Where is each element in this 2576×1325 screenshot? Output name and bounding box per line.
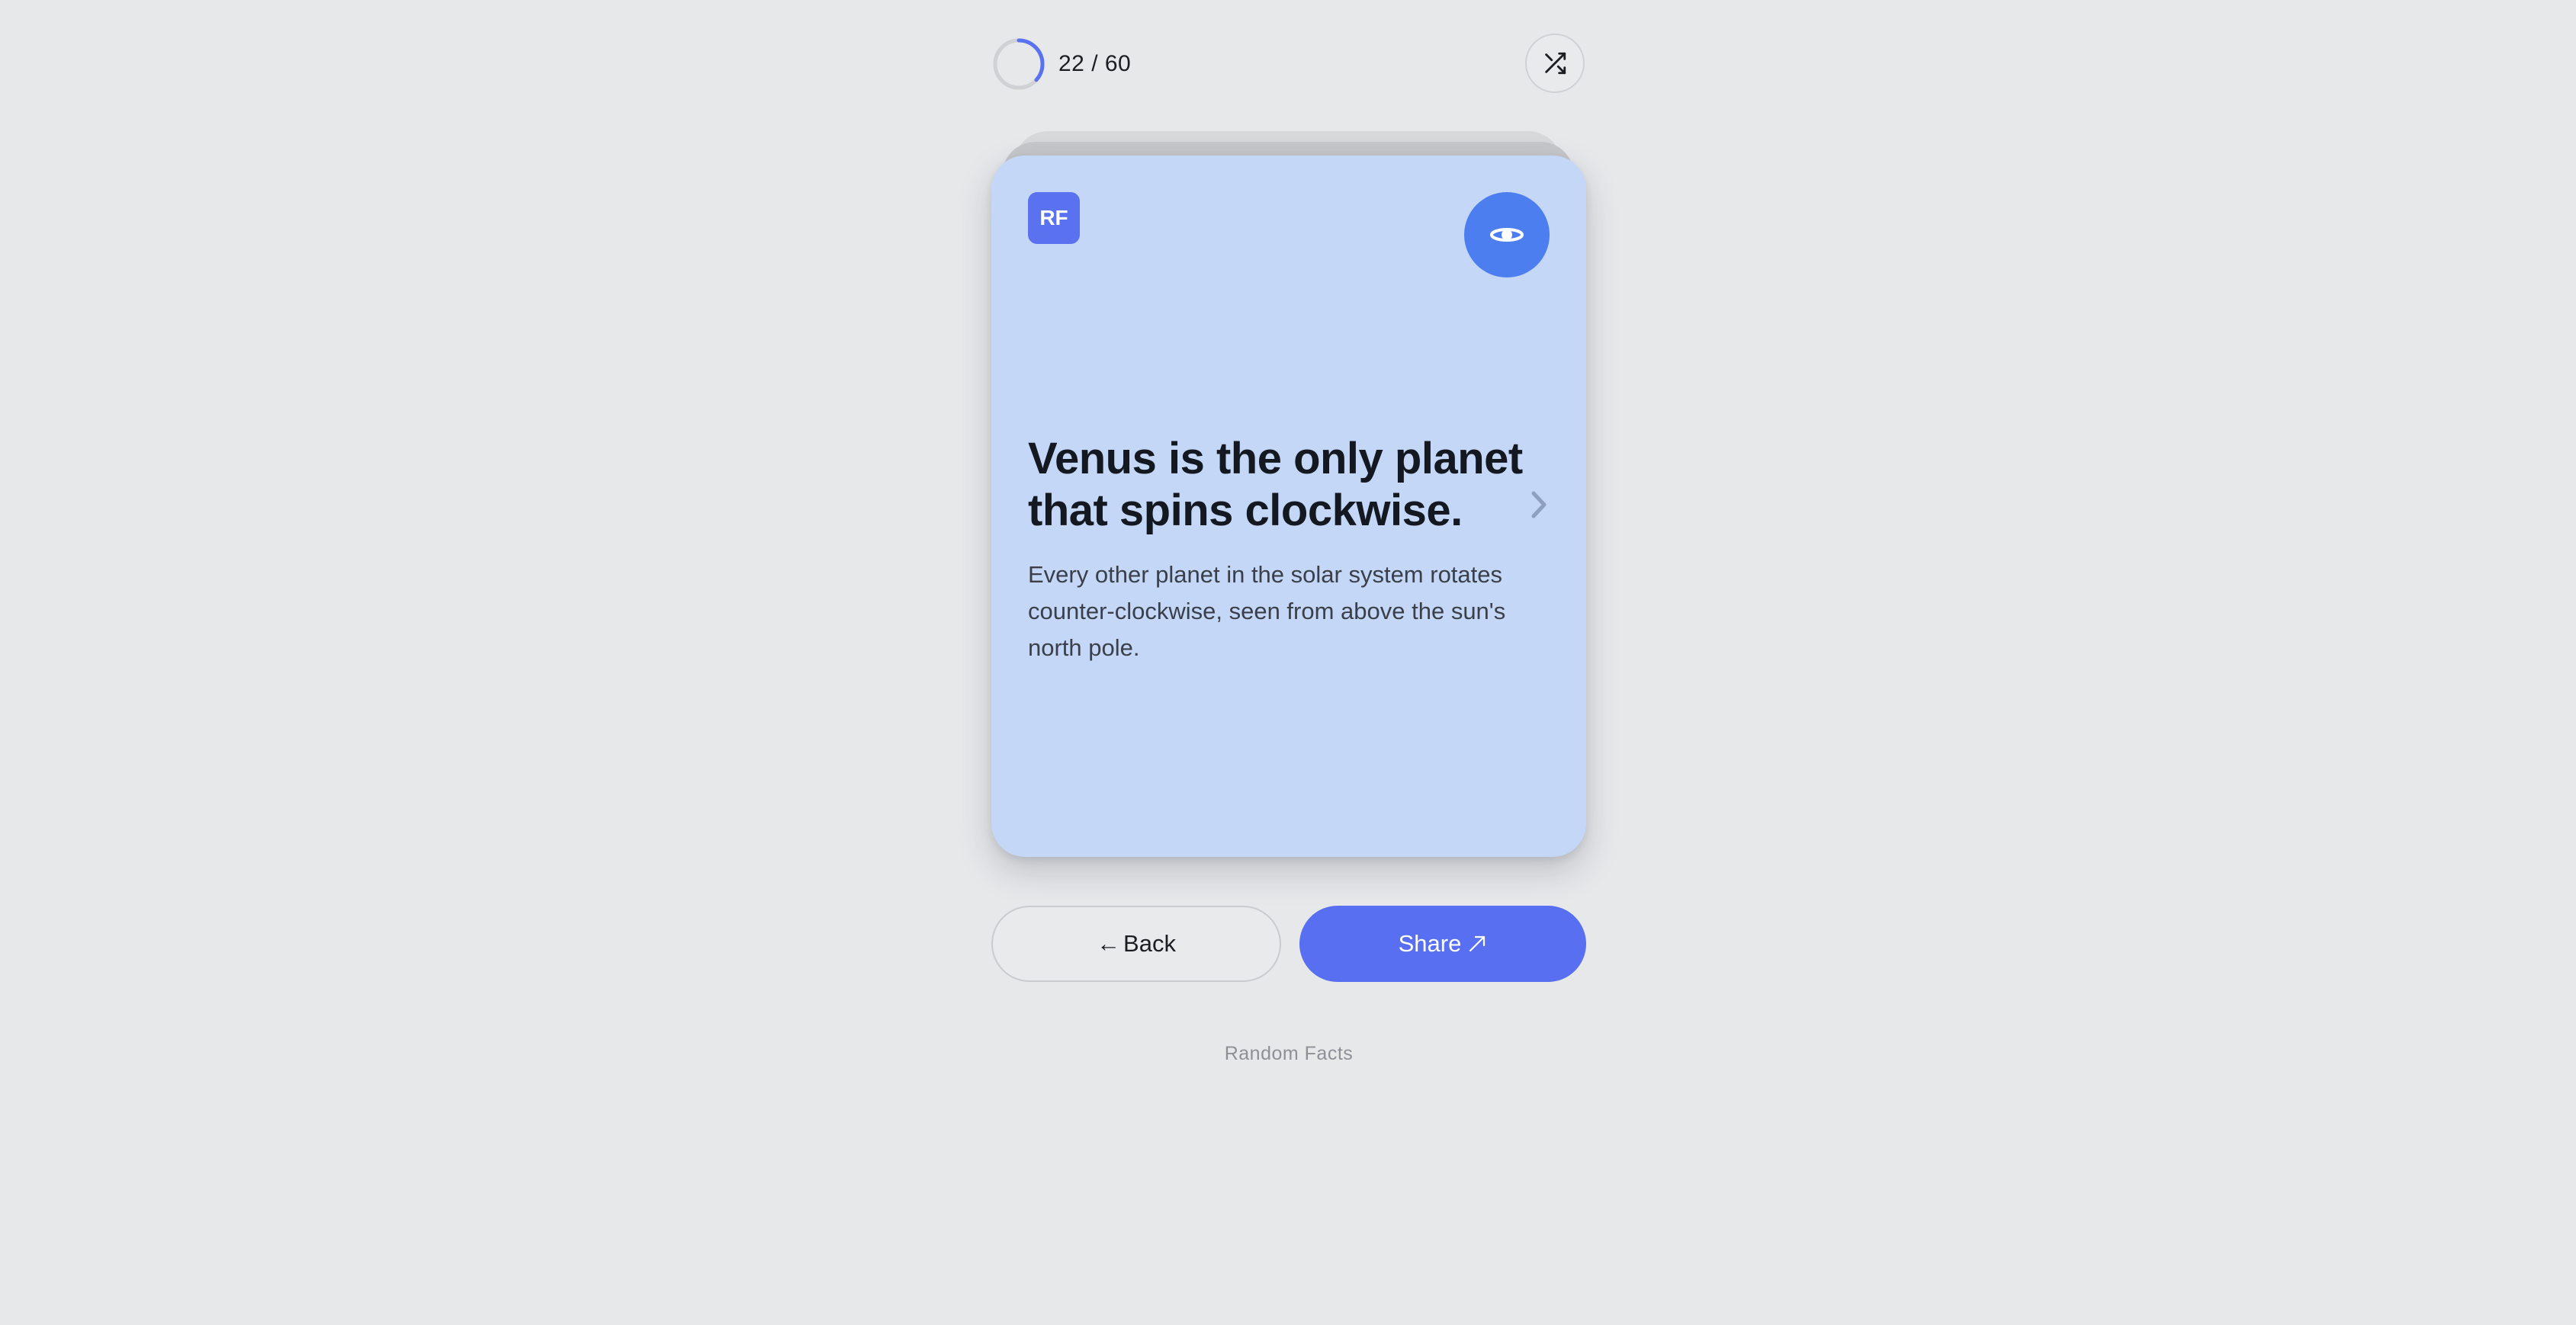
footer-brand: Random Facts — [1224, 1043, 1354, 1064]
category-button[interactable] — [1464, 192, 1550, 278]
fact-title: Venus is the only planet that spins cloc… — [1028, 434, 1523, 535]
back-button[interactable]: ← Back — [991, 906, 1281, 982]
planet-icon — [1490, 228, 1524, 242]
share-button[interactable]: Share — [1299, 906, 1586, 982]
share-button-label: Share — [1398, 930, 1462, 957]
progress-count: 22 / 60 — [1058, 51, 1132, 76]
fact-description: Every other planet in the solar system r… — [1028, 561, 1506, 661]
shuffle-button[interactable] — [1525, 34, 1585, 93]
app-badge: RF — [1028, 192, 1080, 244]
fact-card[interactable]: RF Venus is the only planet that spins c… — [991, 156, 1586, 857]
back-button-label: Back — [1123, 930, 1176, 957]
shuffle-icon — [1545, 52, 1566, 75]
chevron-right-icon — [1531, 491, 1547, 518]
progress-indicator: 22 / 60 — [991, 37, 1131, 91]
next-fact-button[interactable] — [1524, 483, 1554, 526]
arrow-up-right-icon — [1469, 935, 1486, 952]
arrow-left-icon: ← — [1097, 930, 1121, 957]
progress-ring — [993, 38, 1045, 90]
